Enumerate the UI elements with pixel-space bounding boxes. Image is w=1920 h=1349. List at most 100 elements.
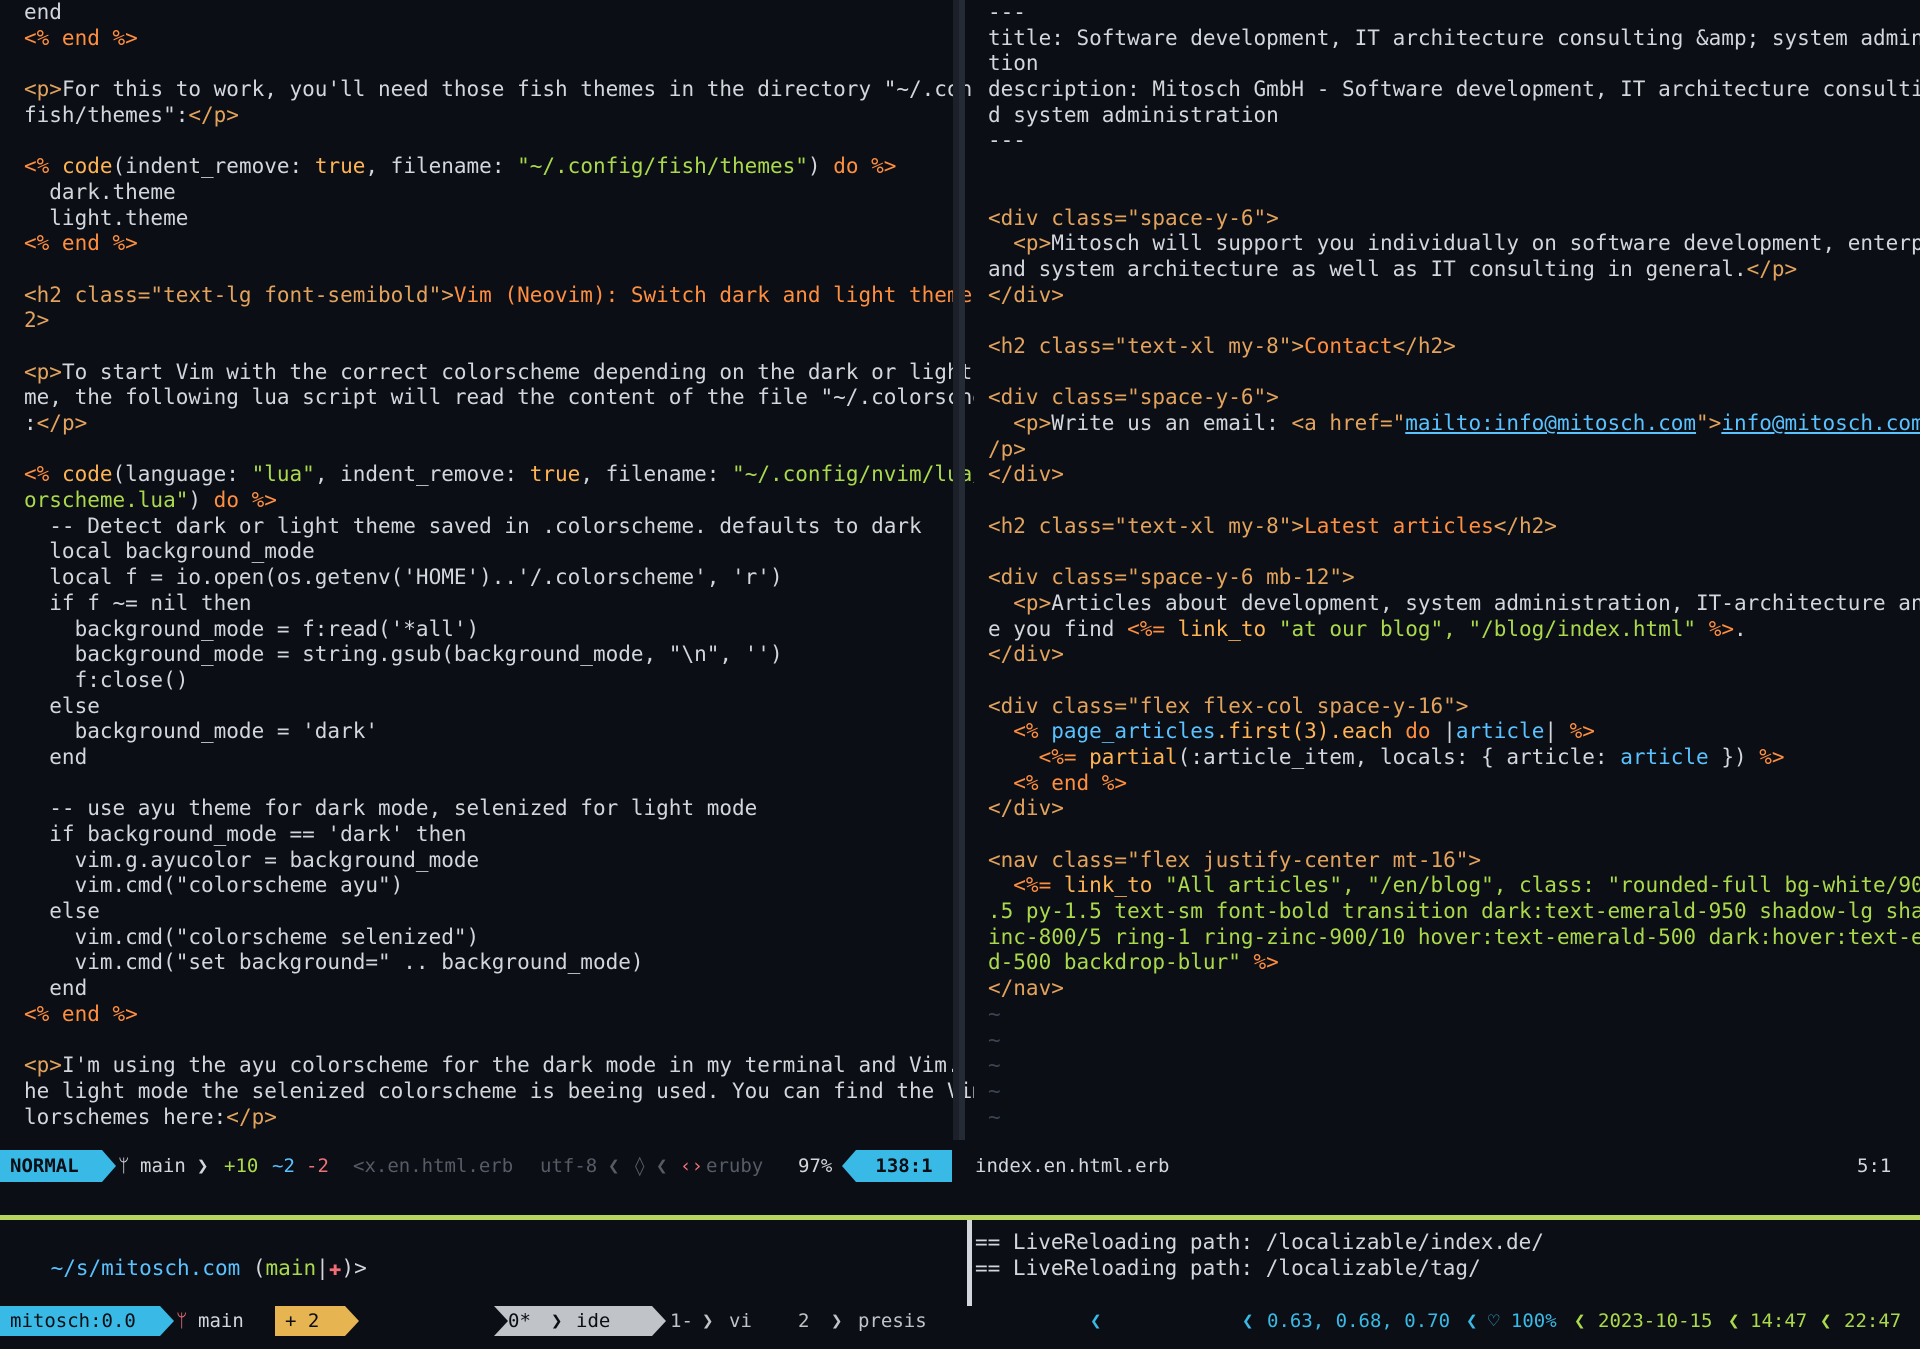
- code-line[interactable]: ~: [988, 1105, 1920, 1131]
- code-line[interactable]: me, the following lua script will read t…: [24, 385, 974, 411]
- code-line[interactable]: <h2 class="text-xl my-8">Contact</h2>: [988, 334, 1920, 360]
- code-line[interactable]: lorschemes here:</p>: [24, 1105, 974, 1131]
- tmux-window-1-name[interactable]: vi: [729, 1306, 752, 1336]
- code-line[interactable]: <%= link_to "All articles", "/en/blog", …: [988, 873, 1920, 899]
- code-line[interactable]: vim.g.ayucolor = background_mode: [24, 848, 974, 874]
- code-line[interactable]: [988, 180, 1920, 206]
- code-line[interactable]: </div>: [988, 642, 1920, 668]
- code-line[interactable]: e you find <%= link_to "at our blog", "/…: [988, 617, 1920, 643]
- code-line[interactable]: description: Mitosch GmbH - Software dev…: [988, 77, 1920, 103]
- livereload-log-pane[interactable]: == LiveReloading path: /localizable/inde…: [975, 1230, 1920, 1281]
- email-link[interactable]: info@mitosch.com: [1721, 411, 1920, 435]
- code-line[interactable]: </nav>: [988, 976, 1920, 1002]
- tmux-window-0-name[interactable]: ide: [552, 1306, 652, 1336]
- code-line[interactable]: -- Detect dark or light theme saved in .…: [24, 514, 974, 540]
- code-line[interactable]: and system architecture as well as IT co…: [988, 257, 1920, 283]
- code-line[interactable]: [988, 822, 1920, 848]
- code-line[interactable]: end: [24, 976, 974, 1002]
- code-line[interactable]: end: [24, 745, 974, 771]
- tmux-window-2-name[interactable]: presis: [858, 1306, 927, 1336]
- code-line[interactable]: [24, 771, 974, 797]
- code-line[interactable]: <p>To start Vim with the correct colorsc…: [24, 360, 974, 386]
- code-line[interactable]: ~: [988, 1079, 1920, 1105]
- code-line[interactable]: <h2 class="text-xl my-8">Latest articles…: [988, 514, 1920, 540]
- tmux-window-0-index[interactable]: 0*: [508, 1306, 552, 1336]
- code-line[interactable]: ~: [988, 1028, 1920, 1054]
- code-line[interactable]: else: [24, 899, 974, 925]
- code-line[interactable]: <div class="flex flex-col space-y-16">: [988, 694, 1920, 720]
- code-line[interactable]: <% code(language: "lua", indent_remove: …: [24, 462, 974, 488]
- code-line[interactable]: ---: [988, 128, 1920, 154]
- code-line[interactable]: <% end %>: [988, 771, 1920, 797]
- code-line[interactable]: [24, 334, 974, 360]
- code-line[interactable]: vim.cmd("colorscheme ayu"): [24, 873, 974, 899]
- code-line[interactable]: <p>I'm using the ayu colorscheme for the…: [24, 1053, 974, 1079]
- code-line[interactable]: [988, 488, 1920, 514]
- code-line[interactable]: d system administration: [988, 103, 1920, 129]
- code-line[interactable]: [988, 668, 1920, 694]
- code-line[interactable]: <p>Articles about development, system ad…: [988, 591, 1920, 617]
- code-line[interactable]: -- use ayu theme for dark mode, selenize…: [24, 796, 974, 822]
- code-line[interactable]: if f ~= nil then: [24, 591, 974, 617]
- code-line[interactable]: ~: [988, 1053, 1920, 1079]
- code-line[interactable]: [24, 1028, 974, 1054]
- code-line[interactable]: background_mode = string.gsub(background…: [24, 642, 974, 668]
- email-link[interactable]: mailto:info@mitosch.com: [1405, 411, 1696, 435]
- left-editor-pane[interactable]: end <% end %> <p>For this to work, you'll …: [0, 0, 974, 1140]
- code-line[interactable]: f:close(): [24, 668, 974, 694]
- code-line[interactable]: [988, 360, 1920, 386]
- code-line[interactable]: <%= partial(:article_item, locals: { art…: [988, 745, 1920, 771]
- tmux-window-1-index[interactable]: 1-: [670, 1306, 693, 1336]
- code-line[interactable]: orscheme.lua") do %>: [24, 488, 974, 514]
- shell-prompt-pane[interactable]: ~/s/mitosch.com (main|✚)>: [0, 1230, 960, 1280]
- code-line[interactable]: <div class="space-y-6 mb-12">: [988, 565, 1920, 591]
- code-line[interactable]: background_mode = f:read('*all'): [24, 617, 974, 643]
- code-line[interactable]: .5 py-1.5 text-sm font-bold transition d…: [988, 899, 1920, 925]
- code-line[interactable]: tion: [988, 51, 1920, 77]
- code-line[interactable]: light.theme: [24, 206, 974, 232]
- tmux-window-2-index[interactable]: 2: [798, 1306, 809, 1336]
- code-line[interactable]: </div>: [988, 462, 1920, 488]
- code-line[interactable]: he light mode the selenized colorscheme …: [24, 1079, 974, 1105]
- code-line[interactable]: dark.theme: [24, 180, 974, 206]
- code-line[interactable]: vim.cmd("colorscheme selenized"): [24, 925, 974, 951]
- code-line[interactable]: [24, 51, 974, 77]
- code-line[interactable]: local f = io.open(os.getenv('HOME')..'/.…: [24, 565, 974, 591]
- code-line[interactable]: d-500 backdrop-blur" %>: [988, 950, 1920, 976]
- code-line[interactable]: <% end %>: [24, 26, 974, 52]
- right-editor-pane[interactable]: --- title: Software development, IT archi…: [988, 0, 1920, 1140]
- code-line[interactable]: <% end %>: [24, 1002, 974, 1028]
- code-line[interactable]: <% code(indent_remove: true, filename: "…: [24, 154, 974, 180]
- code-line[interactable]: local background_mode: [24, 539, 974, 565]
- tmux-vertical-separator[interactable]: [967, 1220, 972, 1308]
- code-line[interactable]: else: [24, 694, 974, 720]
- code-line[interactable]: <% page_articles.first(3).each do |artic…: [988, 719, 1920, 745]
- code-line[interactable]: 2>: [24, 308, 974, 334]
- code-line[interactable]: end: [24, 0, 974, 26]
- code-line[interactable]: <p>For this to work, you'll need those f…: [24, 77, 974, 103]
- code-line[interactable]: :</p>: [24, 411, 974, 437]
- code-line[interactable]: [24, 437, 974, 463]
- code-line[interactable]: title: Software development, IT architec…: [988, 26, 1920, 52]
- code-line[interactable]: [24, 257, 974, 283]
- code-line[interactable]: vim.cmd("set background=" .. background_…: [24, 950, 974, 976]
- code-line[interactable]: [988, 308, 1920, 334]
- code-line[interactable]: inc-800/5 ring-1 ring-zinc-900/10 hover:…: [988, 925, 1920, 951]
- code-line[interactable]: /p>: [988, 437, 1920, 463]
- code-line[interactable]: background_mode = 'dark': [24, 719, 974, 745]
- code-line[interactable]: <% end %>: [24, 231, 974, 257]
- code-line[interactable]: <nav class="flex justify-center mt-16">: [988, 848, 1920, 874]
- code-line[interactable]: [24, 128, 974, 154]
- code-line[interactable]: <h2 class="text-lg font-semibold">Vim (N…: [24, 283, 974, 309]
- code-line[interactable]: [988, 154, 1920, 180]
- code-line[interactable]: </div>: [988, 796, 1920, 822]
- code-line[interactable]: <p>Mitosch will support you individually…: [988, 231, 1920, 257]
- code-line[interactable]: [988, 539, 1920, 565]
- code-line[interactable]: fish/themes":</p>: [24, 103, 974, 129]
- code-line[interactable]: ~: [988, 1002, 1920, 1028]
- code-line[interactable]: if background_mode == 'dark' then: [24, 822, 974, 848]
- code-line[interactable]: ---: [988, 0, 1920, 26]
- tmux-session[interactable]: mitosch:0.0: [0, 1306, 160, 1336]
- code-line[interactable]: <p>Write us an email: <a href="mailto:in…: [988, 411, 1920, 437]
- code-line[interactable]: <div class="space-y-6">: [988, 206, 1920, 232]
